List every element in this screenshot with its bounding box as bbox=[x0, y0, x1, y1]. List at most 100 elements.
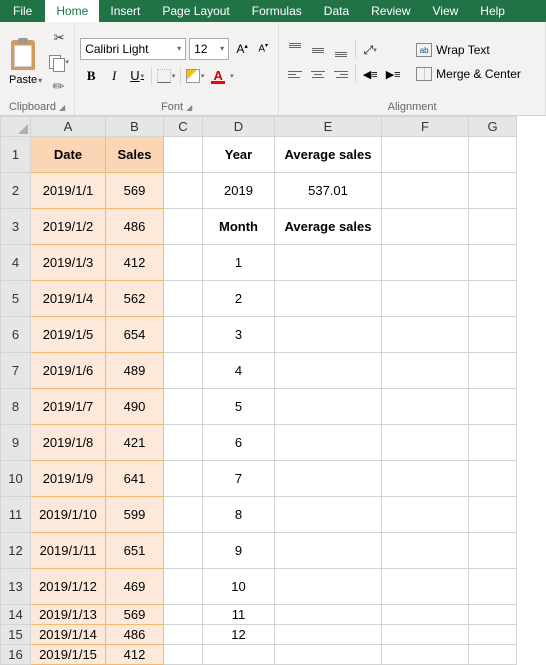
cell[interactable] bbox=[469, 497, 517, 533]
row-header[interactable]: 15 bbox=[1, 625, 31, 645]
tab-view[interactable]: View bbox=[422, 0, 470, 22]
tab-insert[interactable]: Insert bbox=[99, 0, 151, 22]
cell[interactable]: 2019/1/4 bbox=[31, 281, 106, 317]
cell[interactable] bbox=[382, 137, 469, 173]
cell[interactable] bbox=[275, 497, 382, 533]
cell[interactable]: 2019/1/11 bbox=[31, 533, 106, 569]
font-color-button[interactable]: A bbox=[207, 65, 229, 87]
cell[interactable]: 2019/1/6 bbox=[31, 353, 106, 389]
cell[interactable] bbox=[382, 281, 469, 317]
row-header[interactable]: 8 bbox=[1, 389, 31, 425]
cell[interactable]: 10 bbox=[203, 569, 275, 605]
cell[interactable]: 2019/1/3 bbox=[31, 245, 106, 281]
cell[interactable]: 9 bbox=[203, 533, 275, 569]
cell[interactable]: 2 bbox=[203, 281, 275, 317]
cell[interactable] bbox=[164, 625, 203, 645]
cell[interactable]: 2019/1/12 bbox=[31, 569, 106, 605]
decrease-font-button[interactable]: A▾ bbox=[253, 38, 273, 60]
cell[interactable]: 2019 bbox=[203, 173, 275, 209]
cell[interactable] bbox=[275, 569, 382, 605]
cell[interactable] bbox=[469, 533, 517, 569]
col-header-b[interactable]: B bbox=[106, 117, 164, 137]
cell[interactable]: 2019/1/10 bbox=[31, 497, 106, 533]
cell[interactable] bbox=[469, 625, 517, 645]
cell[interactable] bbox=[164, 533, 203, 569]
cell[interactable] bbox=[469, 645, 517, 665]
col-header-c[interactable]: C bbox=[164, 117, 203, 137]
cell[interactable]: 6 bbox=[203, 425, 275, 461]
wrap-text-button[interactable]: ab Wrap Text bbox=[412, 39, 525, 61]
cell[interactable] bbox=[469, 173, 517, 209]
cell[interactable] bbox=[469, 389, 517, 425]
cell[interactable] bbox=[164, 209, 203, 245]
italic-button[interactable]: I bbox=[103, 65, 125, 87]
merge-center-button[interactable]: Merge & Center bbox=[412, 63, 525, 85]
cell[interactable] bbox=[469, 461, 517, 497]
cell[interactable] bbox=[382, 497, 469, 533]
orientation-button[interactable]: ⤢▾ bbox=[359, 40, 381, 60]
cell[interactable]: 599 bbox=[106, 497, 164, 533]
cell[interactable] bbox=[469, 209, 517, 245]
paste-button[interactable]: Paste▾ bbox=[5, 36, 46, 88]
cell[interactable]: Sales bbox=[106, 137, 164, 173]
cell[interactable] bbox=[164, 461, 203, 497]
cell[interactable] bbox=[275, 425, 382, 461]
cell[interactable] bbox=[164, 353, 203, 389]
cell[interactable] bbox=[164, 245, 203, 281]
cell[interactable] bbox=[382, 625, 469, 645]
col-header-g[interactable]: G bbox=[469, 117, 517, 137]
clipboard-dialog-icon[interactable]: ◢ bbox=[59, 103, 65, 112]
cell[interactable]: 4 bbox=[203, 353, 275, 389]
cell[interactable] bbox=[275, 533, 382, 569]
tab-file[interactable]: File bbox=[0, 0, 45, 22]
align-right-button[interactable] bbox=[330, 64, 352, 84]
cell[interactable] bbox=[164, 425, 203, 461]
cell[interactable]: 2019/1/1 bbox=[31, 173, 106, 209]
row-header[interactable]: 6 bbox=[1, 317, 31, 353]
cell[interactable] bbox=[469, 137, 517, 173]
row-header[interactable]: 13 bbox=[1, 569, 31, 605]
format-painter-button[interactable]: ✎ bbox=[49, 76, 69, 96]
tab-page-layout[interactable]: Page Layout bbox=[151, 0, 240, 22]
cell[interactable] bbox=[164, 389, 203, 425]
cell[interactable]: 2019/1/5 bbox=[31, 317, 106, 353]
cell[interactable] bbox=[275, 625, 382, 645]
borders-button[interactable]: ▾ bbox=[155, 65, 177, 87]
cell[interactable]: 12 bbox=[203, 625, 275, 645]
bold-button[interactable]: B bbox=[80, 65, 102, 87]
cell[interactable] bbox=[275, 317, 382, 353]
col-header-e[interactable]: E bbox=[275, 117, 382, 137]
cell[interactable]: 486 bbox=[106, 209, 164, 245]
row-header[interactable]: 12 bbox=[1, 533, 31, 569]
cell[interactable] bbox=[382, 645, 469, 665]
cell[interactable]: Average sales bbox=[275, 209, 382, 245]
cell[interactable]: 2019/1/9 bbox=[31, 461, 106, 497]
row-header[interactable]: 2 bbox=[1, 173, 31, 209]
row-header[interactable]: 5 bbox=[1, 281, 31, 317]
cell[interactable]: 537.01 bbox=[275, 173, 382, 209]
align-top-button[interactable] bbox=[284, 40, 306, 60]
tab-formulas[interactable]: Formulas bbox=[241, 0, 313, 22]
align-bottom-button[interactable] bbox=[330, 40, 352, 60]
cell[interactable]: 2019/1/15 bbox=[31, 645, 106, 665]
font-name-select[interactable]: Calibri Light▾ bbox=[80, 38, 186, 60]
cell[interactable] bbox=[164, 569, 203, 605]
row-header[interactable]: 14 bbox=[1, 605, 31, 625]
row-header[interactable]: 7 bbox=[1, 353, 31, 389]
cell[interactable] bbox=[382, 461, 469, 497]
font-dialog-icon[interactable]: ◢ bbox=[186, 103, 192, 112]
cell[interactable] bbox=[275, 645, 382, 665]
select-all-corner[interactable] bbox=[1, 117, 31, 137]
cell[interactable] bbox=[382, 425, 469, 461]
spreadsheet-grid[interactable]: A B C D E F G 1DateSalesYearAverage sale… bbox=[0, 116, 546, 665]
cell[interactable]: Month bbox=[203, 209, 275, 245]
cell[interactable]: Year bbox=[203, 137, 275, 173]
cell[interactable]: 5 bbox=[203, 389, 275, 425]
cell[interactable] bbox=[382, 353, 469, 389]
decrease-indent-button[interactable]: ◀≡ bbox=[359, 64, 381, 84]
cell[interactable] bbox=[382, 389, 469, 425]
cell[interactable] bbox=[164, 137, 203, 173]
cell[interactable] bbox=[164, 317, 203, 353]
tab-home[interactable]: Home bbox=[45, 0, 99, 22]
cell[interactable] bbox=[164, 605, 203, 625]
